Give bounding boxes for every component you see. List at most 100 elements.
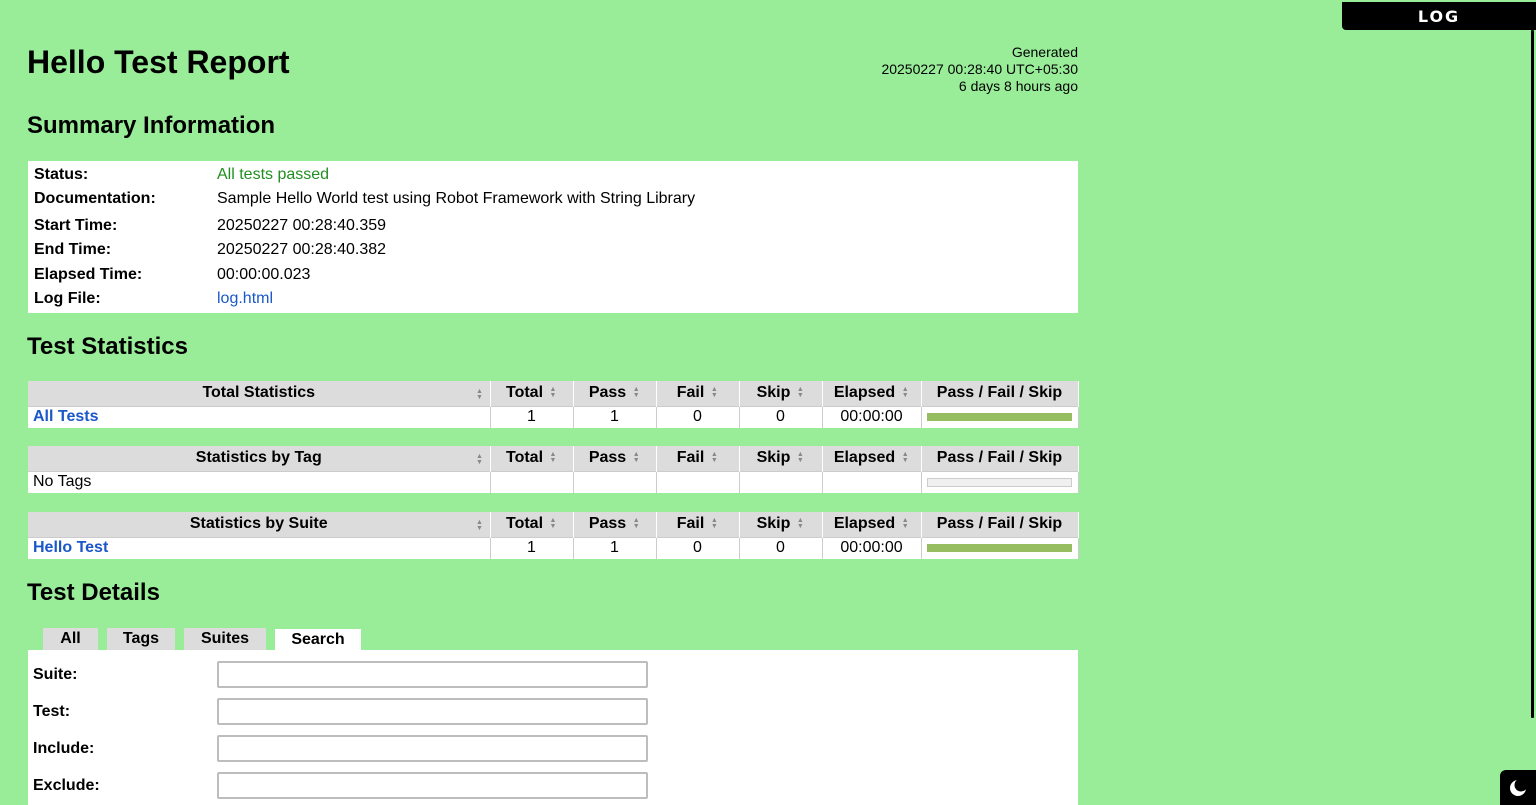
all-tests-link[interactable]: All Tests [33,408,99,425]
column-header-skip[interactable]: Skip ▲ ▼ [739,446,823,471]
cell-pass: 1 [573,536,657,559]
cell-skip: 0 [739,536,823,559]
summary-key: Start Time: [34,217,118,234]
column-header-graph: Pass / Fail / Skip [921,381,1079,406]
generated-label: Generated [1011,44,1078,60]
sort-arrows-icon: ▲ ▼ [632,517,640,531]
cell-elapsed [822,470,922,493]
summary-key: End Time: [34,241,112,258]
test-search-input[interactable] [217,698,648,725]
summary-row-documentation: Documentation: Sample Hello World test u… [34,187,695,211]
summary-value-elapsed-time: 00:00:00.023 [217,266,311,283]
scrollbar[interactable] [1531,30,1534,718]
column-header-elapsed[interactable]: Elapsed ▲ ▼ [822,381,922,406]
generated-time: 20250227 00:28:40 UTC+05:30 [881,61,1078,77]
suite-statistics-table: Statistics by Suite ▲ ▼ Total ▲ ▼ Pass ▲ ▼ Fai… [28,512,1079,559]
summary-value-start-time: 20250227 00:28:40.359 [217,217,387,234]
pass-fail-skip-bar[interactable] [927,544,1072,553]
summary-value-documentation: Sample Hello World test using Robot Fram… [217,190,696,207]
sort-arrows-icon: ▲ ▼ [901,451,909,465]
summary-row-start-time: Start Time: 20250227 00:28:40.359 [34,214,386,238]
cell-elapsed: 00:00:00 [822,405,922,428]
sort-arrows-icon: ▲ ▼ [549,451,557,465]
sort-arrows-icon: ▲ ▼ [710,386,718,400]
summary-value-end-time: 20250227 00:28:40.382 [217,241,387,258]
summary-row-elapsed-time: Elapsed Time: 00:00:00.023 [34,263,310,287]
cell-skip: 0 [739,405,823,428]
test-label: Test: [33,702,71,720]
tab-suites[interactable]: Suites [184,628,266,650]
include-search-input[interactable] [217,735,648,762]
search-panel: Suite: Test: Include: Exclude: [28,650,1078,805]
column-header-pass[interactable]: Pass ▲ ▼ [573,446,657,471]
exclude-label: Exclude: [33,776,100,794]
cell-pass [573,470,657,493]
column-header-pass[interactable]: Pass ▲ ▼ [573,512,657,537]
column-header-fail[interactable]: Fail ▲ ▼ [656,446,740,471]
column-header-graph: Pass / Fail / Skip [921,512,1079,537]
log-button[interactable]: LOG [1342,2,1536,30]
table-row: Hello Test 1 1 0 0 00:00:00 [28,536,1079,559]
summary-key: Documentation: [34,190,156,207]
column-header-fail[interactable]: Fail ▲ ▼ [656,512,740,537]
summary-heading: Summary Information [27,112,276,139]
sort-arrows-icon: ▲ ▼ [901,386,909,400]
cell-pass: 1 [573,405,657,428]
column-header-name[interactable]: Statistics by Tag ▲ ▼ [28,446,491,471]
theme-toggle-button[interactable] [1500,770,1536,805]
summary-key: Log File: [34,290,101,307]
tab-tags[interactable]: Tags [107,628,175,650]
summary-row-status: Status: All tests passed [34,163,329,187]
cell-total [490,470,574,493]
report-page: LOG Hello Test Report Generated 20250227… [0,0,1536,805]
statistics-heading: Test Statistics [27,333,188,360]
cell-total: 1 [490,405,574,428]
suite-link-hello-test[interactable]: Hello Test [33,539,108,556]
sort-arrows-icon: ▲ ▼ [476,453,483,466]
sort-arrows-icon: ▲ ▼ [549,517,557,531]
search-row-exclude: Exclude: [33,772,648,799]
generated-info: Generated 20250227 00:28:40 UTC+05:30 6 … [881,44,1078,95]
cell-skip [739,470,823,493]
column-header-pass[interactable]: Pass ▲ ▼ [573,381,657,406]
column-header-name[interactable]: Statistics by Suite ▲ ▼ [28,512,491,537]
column-header-skip[interactable]: Skip ▲ ▼ [739,512,823,537]
table-row: All Tests 1 1 0 0 00:00:00 [28,405,1079,428]
column-header-fail[interactable]: Fail ▲ ▼ [656,381,740,406]
sort-arrows-icon: ▲ ▼ [796,386,804,400]
suite-label: Suite: [33,665,78,683]
column-header-graph: Pass / Fail / Skip [921,446,1079,471]
sort-arrows-icon: ▲ ▼ [476,519,483,532]
cell-fail: 0 [656,536,740,559]
column-header-total[interactable]: Total ▲ ▼ [490,381,574,406]
summary-value-status: All tests passed [217,166,330,183]
cell-elapsed: 00:00:00 [822,536,922,559]
column-header-elapsed[interactable]: Elapsed ▲ ▼ [822,446,922,471]
sort-arrows-icon: ▲ ▼ [796,451,804,465]
column-header-name[interactable]: Total Statistics ▲ ▼ [28,381,491,406]
generated-ago: 6 days 8 hours ago [958,78,1078,94]
sort-arrows-icon: ▲ ▼ [710,517,718,531]
summary-row-log-file: Log File: log.html [34,287,273,311]
pass-fail-skip-bar[interactable] [927,413,1072,422]
column-header-elapsed[interactable]: Elapsed ▲ ▼ [822,512,922,537]
sort-arrows-icon: ▲ ▼ [549,386,557,400]
column-header-total[interactable]: Total ▲ ▼ [490,446,574,471]
log-file-link[interactable]: log.html [217,290,273,308]
sort-arrows-icon: ▲ ▼ [796,517,804,531]
cell-fail: 0 [656,405,740,428]
summary-row-end-time: End Time: 20250227 00:28:40.382 [34,238,386,262]
sort-arrows-icon: ▲ ▼ [901,517,909,531]
search-row-include: Include: [33,735,648,762]
tab-all[interactable]: All [43,628,98,650]
exclude-search-input[interactable] [217,772,648,799]
search-row-test: Test: [33,698,648,725]
suite-search-input[interactable] [217,661,648,688]
summary-key: Elapsed Time: [34,266,143,283]
column-header-skip[interactable]: Skip ▲ ▼ [739,381,823,406]
column-header-total[interactable]: Total ▲ ▼ [490,512,574,537]
include-label: Include: [33,739,95,757]
tab-search[interactable]: Search [275,629,361,651]
summary-table: Status: All tests passed Documentation: … [28,161,1078,313]
search-row-suite: Suite: [33,661,648,688]
